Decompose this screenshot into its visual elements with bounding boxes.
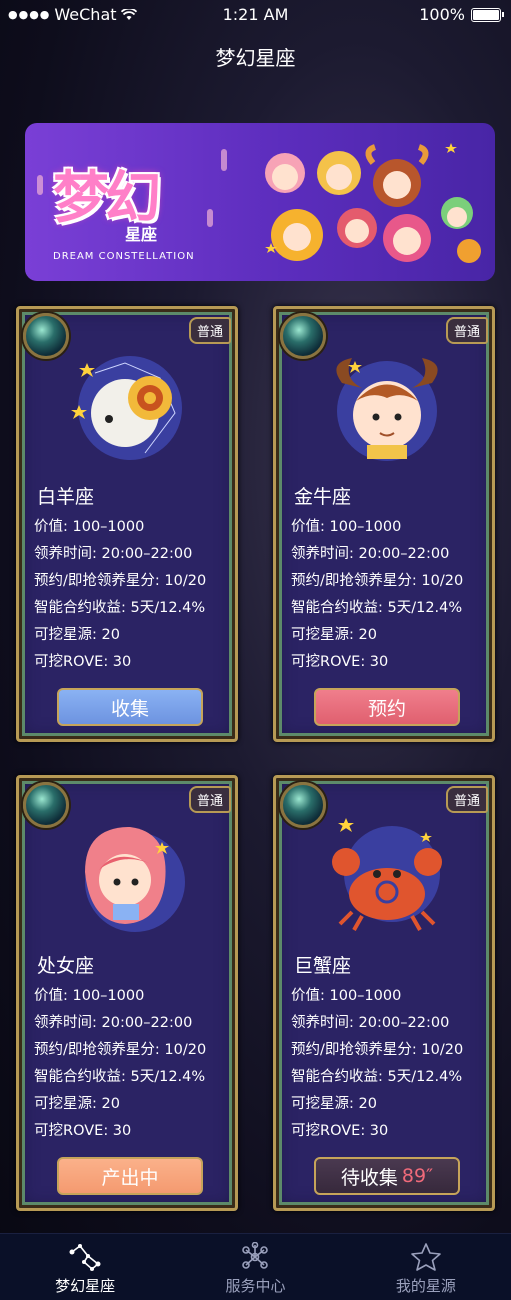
stat-contract-yield: 智能合约收益: 5天/12.4% xyxy=(34,1069,206,1085)
stat-value: 价值: 100–1000 xyxy=(291,519,402,535)
collect-button[interactable]: 收集 xyxy=(57,688,203,726)
stat-contract-yield: 智能合约收益: 5天/12.4% xyxy=(291,600,463,616)
stat-contract-yield: 智能合约收益: 5天/12.4% xyxy=(34,600,206,616)
stat-mineable-source: 可挖星源: 20 xyxy=(34,1096,120,1112)
banner-logo-sub: 星座 xyxy=(125,225,158,244)
stat-value: 价值: 100–1000 xyxy=(34,519,145,535)
tab-service-center[interactable]: 服务中心 xyxy=(170,1234,340,1300)
star-icon xyxy=(411,1243,441,1271)
stat-reserve-points: 预约/即抢领养星分: 10/20 xyxy=(34,573,207,589)
gem-ornament-icon xyxy=(280,782,326,828)
stat-adopt-time: 领养时间: 20:00–22:00 xyxy=(291,546,450,562)
gem-ornament-icon xyxy=(23,313,69,359)
card-title: 处女座 xyxy=(37,955,95,977)
stat-value: 价值: 100–1000 xyxy=(291,988,402,1004)
battery-icon xyxy=(471,7,504,22)
rarity-badge: 普通 xyxy=(188,317,231,344)
reserve-button[interactable]: 预约 xyxy=(314,688,460,726)
rarity-badge: 普通 xyxy=(188,786,231,813)
bottom-tab-bar: 梦幻星座 服务中心 我的星源 xyxy=(0,1233,511,1300)
stat-mineable-source: 可挖星源: 20 xyxy=(291,1096,377,1112)
stat-value: 价值: 100–1000 xyxy=(34,988,145,1004)
tab-my-star-source[interactable]: 我的星源 xyxy=(341,1234,511,1300)
tab-dream-constellation[interactable]: 梦幻星座 xyxy=(0,1234,170,1300)
banner-tagline: DREAM CONSTELLATION xyxy=(53,251,195,262)
stat-mineable-source: 可挖星源: 20 xyxy=(34,627,120,643)
rarity-badge: 普通 xyxy=(445,786,488,813)
stat-adopt-time: 领养时间: 20:00–22:00 xyxy=(34,546,193,562)
tab-label: 服务中心 xyxy=(225,1277,286,1295)
stat-adopt-time: 领养时间: 20:00–22:00 xyxy=(34,1015,193,1031)
constellation-icon xyxy=(69,1244,101,1271)
aries-icon xyxy=(71,356,182,460)
tab-label: 梦幻星座 xyxy=(55,1277,116,1295)
status-bar: ●●●● WeChat 1:21 AM 100% xyxy=(0,0,511,30)
zodiac-characters-illustration xyxy=(265,143,481,263)
card-title: 巨蟹座 xyxy=(294,955,352,977)
rarity-badge: 普通 xyxy=(445,317,488,344)
constellation-card[interactable]: 普通 处女座 价值: 100–1000 领养时间: 20:00–22:00 预约… xyxy=(16,775,238,1211)
pending-collect-button[interactable]: 待收集 89″ xyxy=(314,1157,460,1195)
gem-ornament-icon xyxy=(280,313,326,359)
constellation-card[interactable]: 普通 白羊座 价值: 100–1000 领养时间: 20:00–22:00 预约… xyxy=(16,306,238,742)
stat-mineable-rove: 可挖ROVE: 30 xyxy=(291,654,389,670)
battery-percent: 100% xyxy=(419,5,465,24)
constellation-card[interactable]: 普通 巨蟹座 价值: 100–1000 领养时间: 20:00–22:00 预约… xyxy=(273,775,495,1211)
pending-collect-label: 待收集 xyxy=(340,1166,398,1189)
stat-reserve-points: 预约/即抢领养星分: 10/20 xyxy=(34,1042,207,1058)
page-title: 梦幻星座 xyxy=(215,46,296,70)
card-stats: 价值: 100–1000 领养时间: 20:00–22:00 预约/即抢领养星分… xyxy=(291,514,463,676)
stat-mineable-rove: 可挖ROVE: 30 xyxy=(34,654,132,670)
producing-button[interactable]: 产出中 xyxy=(57,1157,203,1195)
constellation-card[interactable]: 普通 金牛座 价值: 100–1000 领养时间: 20:00–22:00 预约… xyxy=(273,306,495,742)
cancer-icon xyxy=(332,818,442,931)
virgo-icon xyxy=(85,827,185,932)
stat-mineable-rove: 可挖ROVE: 30 xyxy=(34,1123,132,1139)
stat-mineable-rove: 可挖ROVE: 30 xyxy=(291,1123,389,1139)
stat-reserve-points: 预约/即抢领养星分: 10/20 xyxy=(291,1042,464,1058)
card-stats: 价值: 100–1000 领养时间: 20:00–22:00 预约/即抢领养星分… xyxy=(34,514,206,676)
promo-banner[interactable]: 梦幻 星座 DREAM CONSTELLATION xyxy=(25,123,495,281)
stat-contract-yield: 智能合约收益: 5天/12.4% xyxy=(291,1069,463,1085)
stat-mineable-source: 可挖星源: 20 xyxy=(291,627,377,643)
gem-ornament-icon xyxy=(23,782,69,828)
countdown-timer: 89″ xyxy=(401,1165,434,1187)
card-stats: 价值: 100–1000 领养时间: 20:00–22:00 预约/即抢领养星分… xyxy=(34,983,206,1145)
stat-reserve-points: 预约/即抢领养星分: 10/20 xyxy=(291,573,464,589)
tab-label: 我的星源 xyxy=(395,1277,456,1295)
card-title: 白羊座 xyxy=(37,486,95,508)
network-icon xyxy=(242,1242,269,1269)
stat-adopt-time: 领养时间: 20:00–22:00 xyxy=(291,1015,450,1031)
taurus-icon xyxy=(336,358,438,461)
card-title: 金牛座 xyxy=(294,486,352,508)
card-stats: 价值: 100–1000 领养时间: 20:00–22:00 预约/即抢领养星分… xyxy=(291,983,463,1145)
